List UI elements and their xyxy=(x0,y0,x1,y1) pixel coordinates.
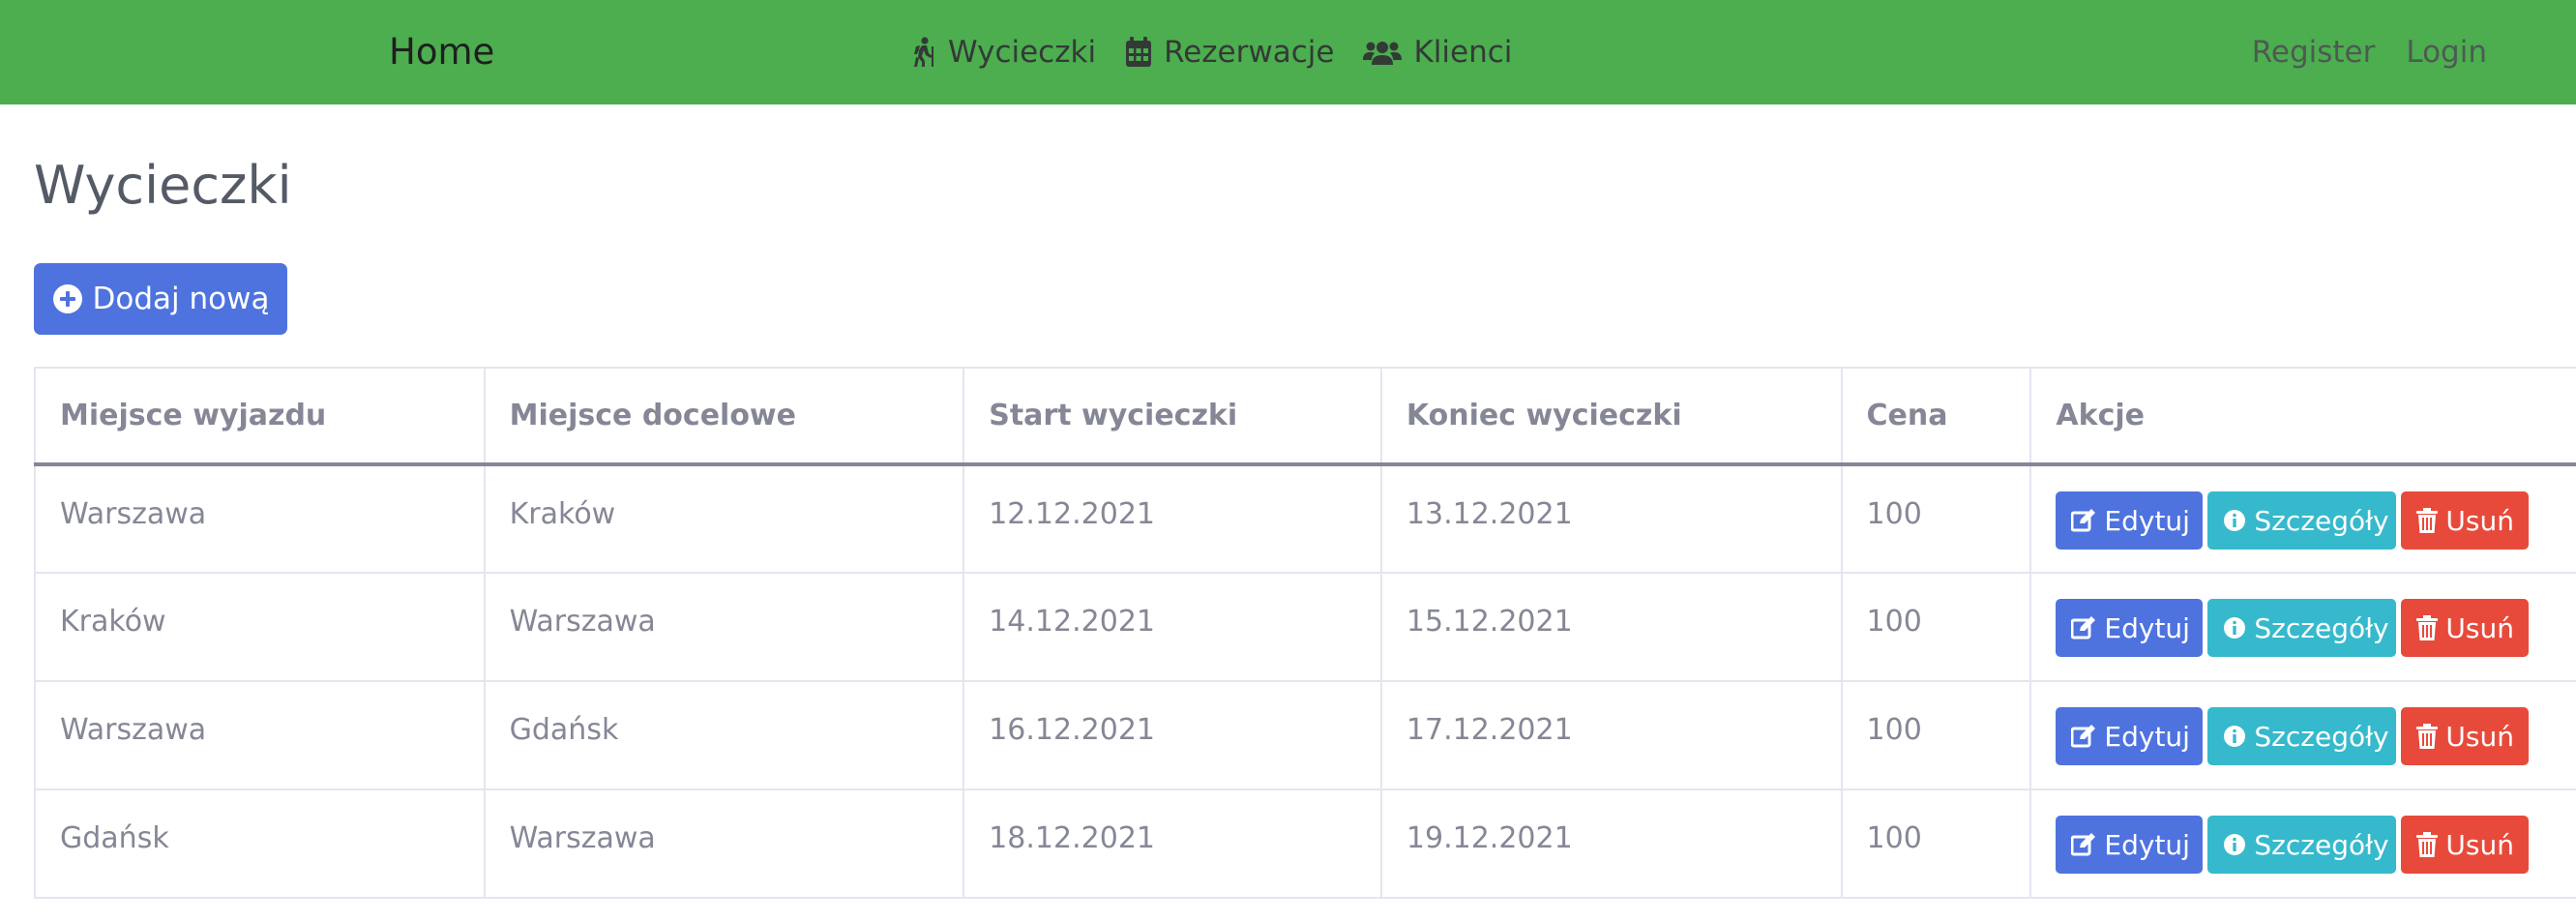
info-icon xyxy=(2223,725,2246,748)
auth-nav: Register Login xyxy=(2252,29,2487,75)
register-link[interactable]: Register xyxy=(2252,29,2376,75)
nav-link-label: Wycieczki xyxy=(948,35,1097,70)
info-icon xyxy=(2223,509,2246,532)
table-row: Warszawa Gdańsk 16.12.2021 17.12.2021 100 Edy… xyxy=(34,680,2576,790)
edit-label: Edytuj xyxy=(2104,611,2190,644)
calendar-icon xyxy=(1125,37,1152,68)
details-button[interactable]: Szczegóły xyxy=(2207,491,2397,550)
cell-end: 17.12.2021 xyxy=(1379,680,1843,790)
table-row: Gdańsk Warszawa 18.12.2021 19.12.2021 100 Edy… xyxy=(34,788,2576,899)
table-row: Kraków Warszawa 14.12.2021 15.12.2021 100 Edy… xyxy=(34,572,2576,682)
cell-departure: Warszawa xyxy=(34,463,486,574)
trash-icon xyxy=(2416,832,2439,857)
table-row: Warszawa Kraków 12.12.2021 13.12.2021 100 Edy… xyxy=(34,463,2576,574)
trash-icon xyxy=(2416,724,2439,749)
edit-button[interactable]: Edytuj xyxy=(2056,707,2204,765)
cell-actions: Edytuj Szczegóły Usuń xyxy=(2029,788,2576,899)
cell-start: 12.12.2021 xyxy=(962,463,1382,574)
cell-price: 100 xyxy=(1840,680,2032,790)
edit-button[interactable]: Edytuj xyxy=(2056,599,2204,657)
cell-start: 14.12.2021 xyxy=(962,572,1382,682)
users-icon xyxy=(1363,39,1403,66)
header-start[interactable]: Start wycieczki xyxy=(962,367,1382,466)
cell-end: 19.12.2021 xyxy=(1379,788,1843,899)
nav-link-klienci[interactable]: Klienci xyxy=(1363,29,1512,75)
cell-price: 100 xyxy=(1840,788,2032,899)
page-title: Wycieczki xyxy=(34,155,292,216)
details-button[interactable]: Szczegóły xyxy=(2207,816,2397,874)
delete-button[interactable]: Usuń xyxy=(2401,599,2530,657)
main-nav: Wycieczki Rezerwacje Klienci xyxy=(909,29,1512,75)
delete-button[interactable]: Usuń xyxy=(2401,707,2530,765)
cell-actions: Edytuj Szczegóły Usuń xyxy=(2029,680,2576,790)
details-label: Szczegóły xyxy=(2254,611,2389,644)
cell-actions: Edytuj Szczegóły Usuń xyxy=(2029,572,2576,682)
edit-label: Edytuj xyxy=(2104,828,2190,861)
cell-departure: Gdańsk xyxy=(34,788,486,899)
add-new-button[interactable]: Dodaj nową xyxy=(34,263,287,335)
delete-label: Usuń xyxy=(2445,828,2514,861)
nav-link-label: Rezerwacje xyxy=(1164,35,1335,70)
header-destination[interactable]: Miejsce docelowe xyxy=(483,367,965,466)
cell-destination: Kraków xyxy=(483,463,965,574)
cell-start: 16.12.2021 xyxy=(962,680,1382,790)
edit-button[interactable]: Edytuj xyxy=(2056,816,2204,874)
header-departure[interactable]: Miejsce wyjazdu xyxy=(34,367,486,466)
cell-actions: Edytuj Szczegóły Usuń xyxy=(2029,463,2576,574)
edit-icon xyxy=(2071,509,2096,532)
edit-label: Edytuj xyxy=(2104,504,2190,537)
cell-departure: Kraków xyxy=(34,572,486,682)
details-label: Szczegóły xyxy=(2254,504,2389,537)
cell-price: 100 xyxy=(1840,463,2032,574)
header-price[interactable]: Cena xyxy=(1840,367,2032,466)
table-header-row: Miejsce wyjazdu Miejsce docelowe Start w… xyxy=(34,367,2576,466)
edit-icon xyxy=(2071,725,2096,748)
delete-button[interactable]: Usuń xyxy=(2401,491,2530,550)
add-new-label: Dodaj nową xyxy=(92,282,270,316)
details-button[interactable]: Szczegóły xyxy=(2207,707,2397,765)
plus-circle-icon xyxy=(52,283,83,314)
edit-icon xyxy=(2071,833,2096,856)
edit-icon xyxy=(2071,616,2096,639)
cell-end: 15.12.2021 xyxy=(1379,572,1843,682)
hiking-icon xyxy=(909,37,936,68)
login-link[interactable]: Login xyxy=(2406,29,2487,75)
delete-label: Usuń xyxy=(2445,720,2514,753)
delete-label: Usuń xyxy=(2445,504,2514,537)
header-actions: Akcje xyxy=(2029,367,2576,466)
delete-button[interactable]: Usuń xyxy=(2401,816,2530,874)
cell-departure: Warszawa xyxy=(34,680,486,790)
edit-label: Edytuj xyxy=(2104,720,2190,753)
cell-end: 13.12.2021 xyxy=(1379,463,1843,574)
cell-price: 100 xyxy=(1840,572,2032,682)
cell-destination: Gdańsk xyxy=(483,680,965,790)
cell-start: 18.12.2021 xyxy=(962,788,1382,899)
details-label: Szczegóły xyxy=(2254,828,2389,861)
info-icon xyxy=(2223,833,2246,856)
trips-table: Miejsce wyjazdu Miejsce docelowe Start w… xyxy=(34,367,2576,899)
top-navbar: Home Wycieczki Rezerwacje Klienci Regist… xyxy=(0,0,2576,104)
details-label: Szczegóły xyxy=(2254,720,2389,753)
edit-button[interactable]: Edytuj xyxy=(2056,491,2204,550)
cell-destination: Warszawa xyxy=(483,788,965,899)
trash-icon xyxy=(2416,615,2439,640)
info-icon xyxy=(2223,616,2246,639)
header-end[interactable]: Koniec wycieczki xyxy=(1379,367,1843,466)
nav-link-wycieczki[interactable]: Wycieczki xyxy=(909,29,1096,75)
cell-destination: Warszawa xyxy=(483,572,965,682)
details-button[interactable]: Szczegóły xyxy=(2207,599,2397,657)
trash-icon xyxy=(2416,508,2439,533)
delete-label: Usuń xyxy=(2445,611,2514,644)
nav-link-label: Klienci xyxy=(1413,35,1513,70)
brand-home-link[interactable]: Home xyxy=(389,29,494,75)
nav-link-rezerwacje[interactable]: Rezerwacje xyxy=(1125,29,1334,75)
